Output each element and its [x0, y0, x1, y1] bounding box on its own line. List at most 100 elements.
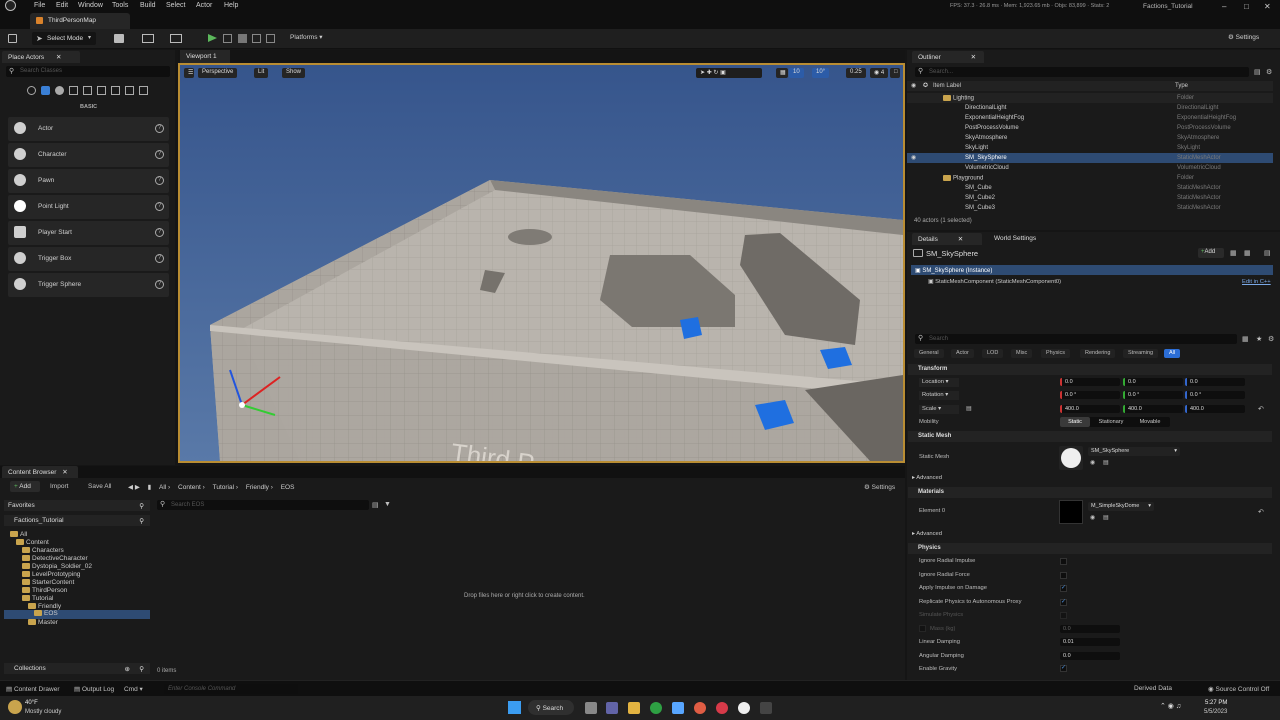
use-selected-icon[interactable]: ▤ — [1103, 514, 1109, 521]
filter-all[interactable]: All — [1164, 349, 1181, 358]
enable-gravity-checkbox[interactable]: ✓ — [1060, 665, 1067, 672]
tree-item-friendly[interactable]: Friendly — [28, 603, 61, 610]
outliner-row-skylight[interactable]: SkyLight SkyLight — [907, 143, 1273, 153]
actor-item-trigger-box[interactable]: Trigger Box? — [8, 247, 169, 271]
actor-item-character[interactable]: Character? — [8, 143, 169, 167]
tab-content-browser[interactable]: Content Browser ✕ — [2, 466, 78, 478]
collections-header[interactable]: Collections ⊕ ⚲ — [4, 663, 150, 674]
play-options-icon[interactable] — [266, 34, 275, 43]
close-icon[interactable]: ✕ — [1264, 2, 1271, 11]
location-dropdown[interactable]: Location ▾ — [919, 378, 959, 387]
menu-file[interactable]: File — [34, 2, 45, 9]
visibility-icon[interactable]: ◉ — [911, 154, 916, 161]
console-input[interactable]: Enter Console Command — [164, 684, 298, 694]
add-folder-icon[interactable]: ▤ — [1254, 68, 1261, 76]
teams-icon[interactable] — [606, 702, 618, 714]
cmd-dropdown[interactable]: Cmd ▾ — [124, 685, 143, 693]
menu-window[interactable]: Window — [78, 2, 103, 9]
filter-general[interactable]: General — [914, 349, 944, 358]
cinematics-icon[interactable] — [170, 34, 182, 43]
tree-item-master[interactable]: Master — [28, 619, 58, 626]
viewport-menu-icon[interactable]: ☰ — [184, 68, 194, 78]
file-explorer-icon[interactable] — [628, 702, 640, 714]
filter-misc[interactable]: Misc — [1011, 349, 1033, 358]
scale-x-field[interactable]: 400.0 — [1060, 405, 1120, 413]
instance-row[interactable]: ▣ SM_SkySphere (Instance) — [911, 265, 1273, 275]
mobility-static[interactable]: Static — [1060, 417, 1090, 427]
app-icon[interactable] — [694, 702, 706, 714]
blueprint-icon[interactable]: ▦ — [1230, 249, 1237, 257]
eject-icon[interactable] — [252, 34, 261, 43]
location-y-field[interactable]: 0.0 — [1123, 378, 1183, 386]
outliner-row-sm-skysphere[interactable]: ◉ SM_SkySphere StaticMeshActor — [907, 153, 1273, 163]
static-mesh-dropdown[interactable]: SM_SkySphere ▾ — [1088, 447, 1180, 456]
search-icon[interactable]: ⚲ — [139, 665, 144, 673]
mobility-movable[interactable]: Movable — [1132, 417, 1168, 427]
show-button[interactable]: Show — [282, 68, 306, 78]
settings-button[interactable]: ⚙ Settings — [1228, 33, 1259, 45]
lock-icon[interactable]: ▤ — [1264, 249, 1271, 257]
favorite-star-icon[interactable]: ★ — [1256, 335, 1262, 343]
add-button[interactable]: + Add — [10, 481, 40, 492]
help-icon[interactable]: ? — [155, 202, 164, 211]
tab-map[interactable]: ThirdPersonMap — [30, 13, 130, 29]
tree-item-eos[interactable]: EOS — [4, 610, 150, 619]
outliner-row-exponentialheightfog[interactable]: ExponentialHeightFog ExponentialHeightFog — [907, 113, 1273, 123]
outliner-row-sm-cube3[interactable]: SM_Cube3 StaticMeshActor — [907, 203, 1273, 213]
actor-item-point-light[interactable]: Point Light? — [8, 195, 169, 219]
output-log-button[interactable]: ▤ Output Log — [74, 685, 114, 693]
mesh-thumbnail[interactable] — [1059, 446, 1083, 470]
save-all-button[interactable]: Save All — [88, 483, 112, 490]
lit-button[interactable]: Lit — [254, 68, 269, 78]
breadcrumb-eos[interactable]: EOS — [281, 484, 295, 491]
maximize-viewport-icon[interactable]: □ — [890, 68, 900, 78]
basic-icon[interactable] — [41, 86, 50, 95]
component-row[interactable]: ▣ StaticMeshComponent (StaticMeshCompone… — [928, 279, 1061, 285]
close-tab-icon[interactable]: ✕ — [62, 469, 67, 476]
angular-damping-field[interactable]: 0.0 — [1060, 652, 1120, 660]
minimize-icon[interactable]: – — [1222, 2, 1226, 11]
mass-field[interactable]: 0.0 — [1060, 625, 1120, 633]
tree-item-detectivecharacter[interactable]: DetectiveCharacter — [22, 555, 88, 562]
step-icon[interactable] — [223, 34, 232, 43]
select-mode-dropdown[interactable]: ➤ Select Mode ▾ — [32, 32, 96, 45]
actor-item-pawn[interactable]: Pawn? — [8, 169, 169, 193]
section-static-mesh[interactable]: Static Mesh — [908, 431, 1272, 442]
close-tab-icon[interactable]: ✕ — [958, 236, 963, 243]
filter-icon[interactable]: ▼ — [384, 501, 391, 508]
add-collection-icon[interactable]: ⊕ — [125, 665, 130, 673]
gizmo-center[interactable] — [239, 402, 245, 408]
menu-tools[interactable]: Tools — [112, 2, 128, 9]
rotation-y-field[interactable]: 0.0 ° — [1123, 391, 1183, 399]
search-assets-input[interactable]: ⚲ Search EOS — [157, 500, 369, 510]
material-thumbnail[interactable] — [1059, 500, 1083, 524]
breadcrumb-friendly[interactable]: Friendly — [246, 484, 269, 491]
visibility-icon[interactable]: ◉ — [911, 82, 916, 89]
outliner-row-sm-cube2[interactable]: SM_Cube2 StaticMeshActor — [907, 193, 1273, 203]
apply-impulse-checkbox[interactable]: ✓ — [1060, 585, 1067, 592]
details-search-input[interactable]: ⚲ Search — [915, 334, 1237, 344]
rotation-snap-value[interactable]: 10° — [812, 68, 830, 78]
outliner-row-volumetriccloud[interactable]: VolumetricCloud VolumetricCloud — [907, 163, 1273, 173]
geometry-icon[interactable] — [97, 86, 106, 95]
outliner-row-sm-cube[interactable]: SM_Cube StaticMeshActor — [907, 183, 1273, 193]
forward-icon[interactable]: ▶ — [135, 484, 140, 491]
tab-viewport-1[interactable]: Viewport 1 — [180, 50, 230, 63]
reset-icon[interactable]: ↶ — [1258, 508, 1264, 516]
rotation-x-field[interactable]: 0.0 ° — [1060, 391, 1120, 399]
unreal-project-icon[interactable] — [760, 702, 772, 714]
taskbar-search[interactable]: ⚲ Search — [528, 700, 574, 715]
browse-asset-icon[interactable]: ◉ — [1090, 459, 1095, 466]
maximize-icon[interactable]: □ — [1244, 2, 1249, 11]
outliner-row-playground[interactable]: Playground Folder — [907, 173, 1273, 183]
menu-build[interactable]: Build — [140, 2, 156, 9]
section-physics[interactable]: Physics — [908, 543, 1272, 554]
tree-item-tutorial[interactable]: Tutorial — [22, 595, 53, 602]
cb-settings-button[interactable]: ⚙ Settings — [864, 483, 895, 491]
weather-icon[interactable] — [8, 700, 22, 714]
volumes-icon[interactable] — [111, 86, 120, 95]
cinematic-icon[interactable] — [69, 86, 78, 95]
section-materials[interactable]: Materials — [908, 487, 1272, 498]
tab-world-settings[interactable]: World Settings — [988, 233, 1054, 245]
app-icon-2[interactable] — [716, 702, 728, 714]
